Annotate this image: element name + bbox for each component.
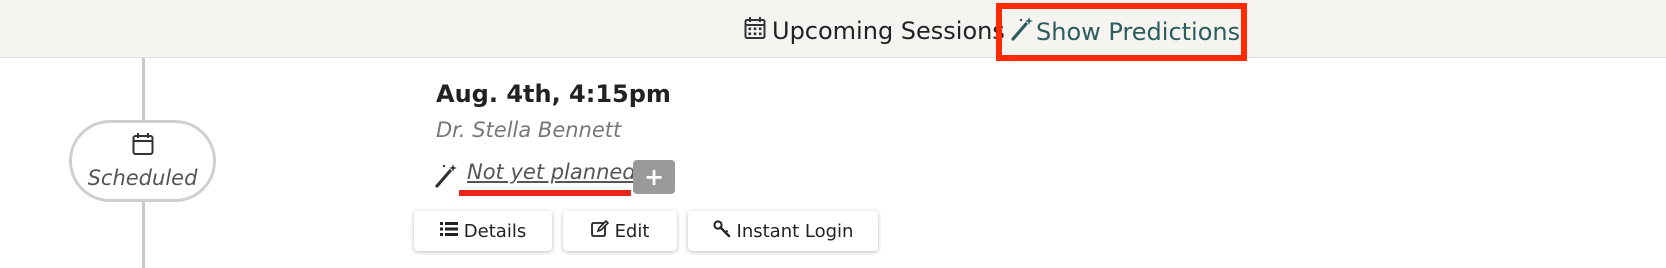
edit-label: Edit [614, 220, 650, 242]
list-icon [439, 221, 464, 242]
magic-wand-icon [434, 163, 458, 193]
show-predictions-label: Show Predictions [1036, 18, 1241, 46]
edit-icon [590, 219, 615, 243]
status-label: Scheduled [87, 166, 198, 190]
add-plan-button[interactable]: + [633, 160, 675, 194]
calendar-icon [132, 132, 154, 160]
calendar-icon [744, 16, 772, 46]
upcoming-sessions-heading: Upcoming Sessions [744, 14, 1005, 48]
page-title: Upcoming Sessions [772, 17, 1005, 45]
plan-icon-wrap [434, 160, 458, 196]
page-header: Upcoming Sessions Show Predictions [0, 0, 1666, 61]
instant-login-label: Instant Login [736, 220, 854, 242]
magic-wand-icon [1010, 16, 1036, 48]
session-date: Aug. 4th, 4:15pm [436, 80, 671, 108]
status-badge: Scheduled [69, 120, 216, 202]
key-icon [712, 219, 737, 243]
instant-login-button[interactable]: Instant Login [688, 211, 878, 251]
highlight-underline [459, 190, 631, 196]
session-provider: Dr. Stella Bennett [436, 118, 622, 142]
details-button[interactable]: Details [414, 211, 552, 251]
edit-button[interactable]: Edit [563, 211, 677, 251]
show-predictions-button[interactable]: Show Predictions [996, 3, 1247, 61]
plan-status-link[interactable]: Not yet planned [467, 160, 636, 184]
details-label: Details [463, 220, 527, 242]
